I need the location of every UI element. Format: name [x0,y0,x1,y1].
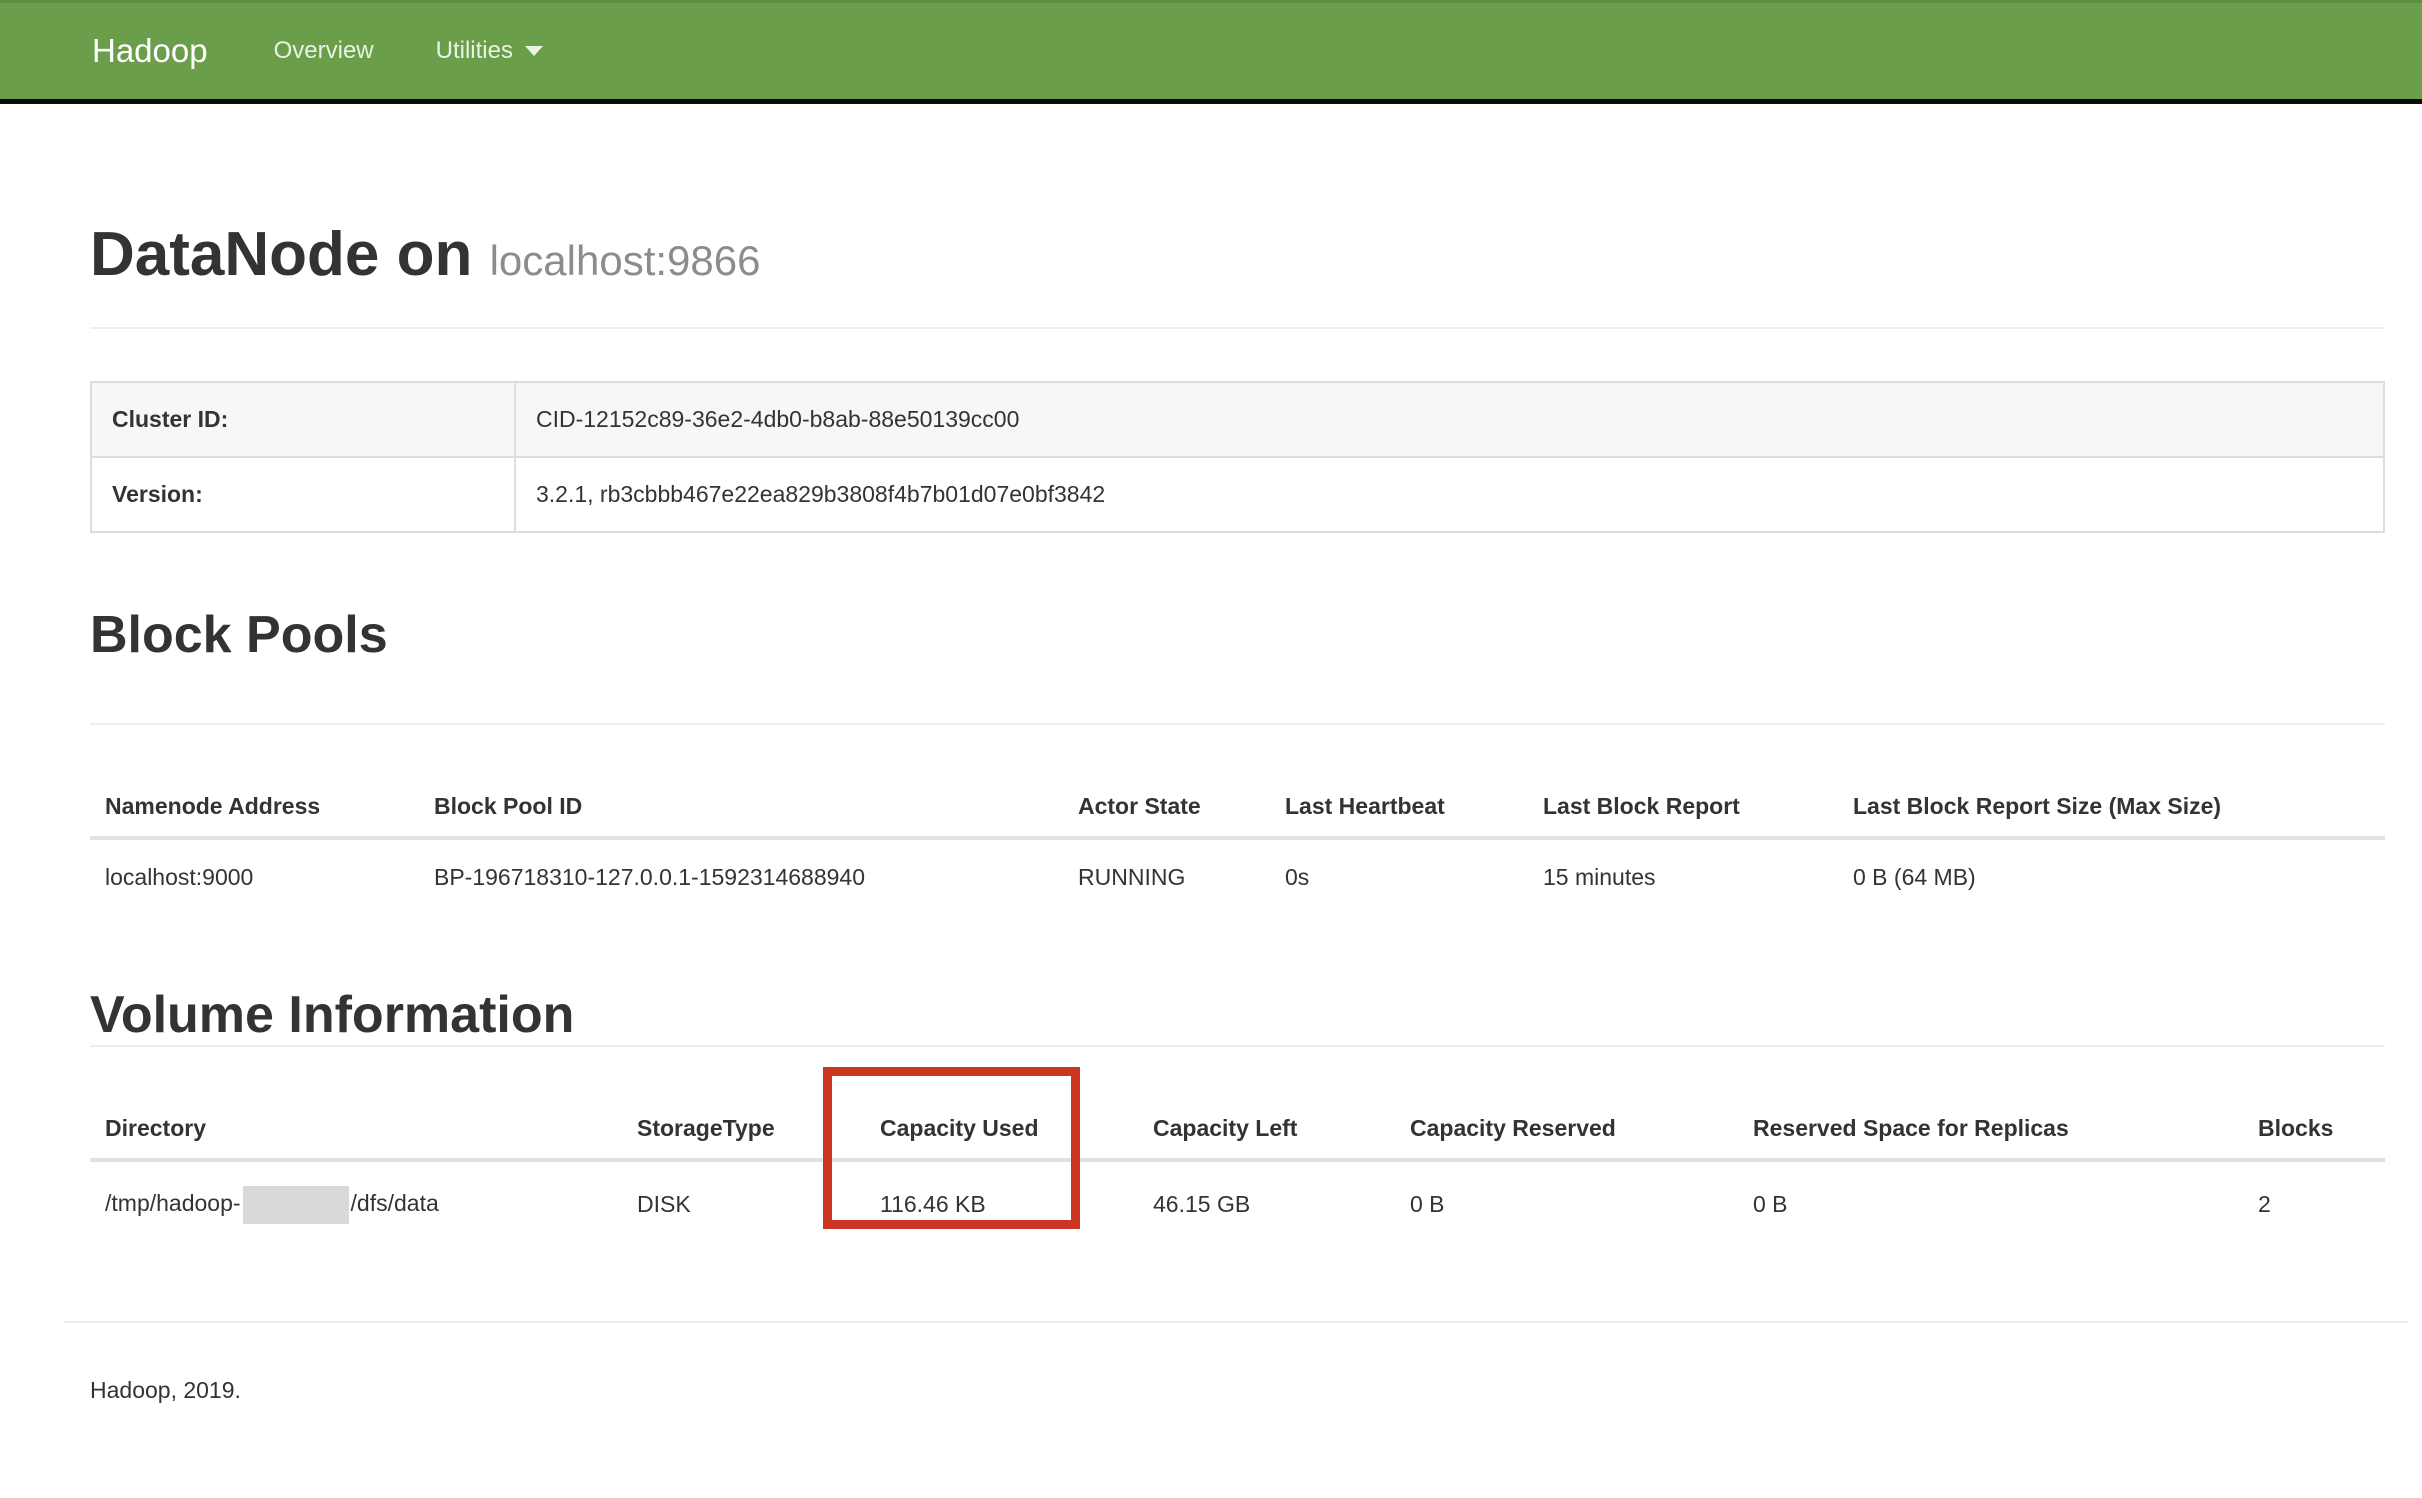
col-last-block-report-size: Last Block Report Size (Max Size) [1838,771,2385,838]
col-storage-type: StorageType [622,1093,865,1160]
nav-item-utilities-label: Utilities [436,37,513,65]
last-heartbeat-value: 0s [1270,838,1528,921]
redacted-username [243,1186,349,1224]
reserved-space-replicas-value: 0 B [1738,1160,2243,1254]
block-pools-table: Namenode Address Block Pool ID Actor Sta… [90,771,2385,921]
blocks-value: 2 [2243,1160,2385,1254]
capacity-reserved-value: 0 B [1395,1160,1738,1254]
nav-item-overview[interactable]: Overview [274,37,374,65]
chevron-down-icon [525,46,543,56]
table-row: /tmp/hadoop- /dfs/data DISK 116.46 KB 46.… [90,1160,2385,1254]
col-capacity-used: Capacity Used [865,1093,1138,1160]
directory-prefix: /tmp/hadoop- [105,1190,241,1216]
table-header-row: Directory StorageType Capacity Used Capa… [90,1093,2385,1160]
col-last-block-report: Last Block Report [1528,771,1838,838]
col-blocks: Blocks [2243,1093,2385,1160]
col-block-pool-id: Block Pool ID [419,771,1063,838]
volume-information-heading: Volume Information [90,985,2385,1045]
page-title: DataNode on localhost:9866 [90,222,2385,289]
navbar-brand[interactable]: Hadoop [92,32,208,70]
last-block-report-value: 15 minutes [1528,838,1838,921]
nav-item-overview-label: Overview [274,37,374,65]
col-directory: Directory [90,1093,622,1160]
capacity-left-value: 46.15 GB [1138,1160,1395,1254]
col-capacity-reserved: Capacity Reserved [1395,1093,1738,1160]
page-title-text: DataNode on [90,220,472,289]
directory-suffix: /dfs/data [351,1190,439,1216]
capacity-used-value: 116.46 KB [865,1160,1138,1254]
volume-information-table: Directory StorageType Capacity Used Capa… [90,1093,2385,1254]
cluster-info-table: Cluster ID: CID-12152c89-36e2-4db0-b8ab-… [90,381,2385,533]
actor-state-value: RUNNING [1063,838,1270,921]
block-pool-id-value: BP-196718310-127.0.0.1-1592314688940 [419,838,1063,921]
block-pools-heading: Block Pools [90,605,2385,665]
cluster-id-label: Cluster ID: [91,382,515,457]
col-namenode-address: Namenode Address [90,771,419,838]
storage-type-value: DISK [622,1160,865,1254]
footer-divider [64,1321,2408,1323]
col-capacity-left: Capacity Left [1138,1093,1395,1160]
cluster-id-value: CID-12152c89-36e2-4db0-b8ab-88e50139cc00 [515,382,2384,457]
col-actor-state: Actor State [1063,771,1270,838]
footer-text: Hadoop, 2019. [90,1377,2385,1404]
volume-information-section: Directory StorageType Capacity Used Capa… [90,1045,2385,1254]
title-divider [90,327,2385,329]
table-row: Version: 3.2.1, rb3cbbb467e22ea829b3808f… [91,457,2384,532]
main-content: DataNode on localhost:9866 Cluster ID: C… [90,222,2385,1404]
nav-item-utilities[interactable]: Utilities [436,37,543,65]
directory-value: /tmp/hadoop- /dfs/data [90,1160,622,1254]
version-value: 3.2.1, rb3cbbb467e22ea829b3808f4b7b01d07… [515,457,2384,532]
section-divider [90,1045,2385,1047]
table-row: localhost:9000 BP-196718310-127.0.0.1-15… [90,838,2385,921]
navbar: Hadoop Overview Utilities [0,0,2422,104]
last-block-report-size-value: 0 B (64 MB) [1838,838,2385,921]
section-divider [90,723,2385,725]
col-last-heartbeat: Last Heartbeat [1270,771,1528,838]
col-reserved-space-replicas: Reserved Space for Replicas [1738,1093,2243,1160]
table-row: Cluster ID: CID-12152c89-36e2-4db0-b8ab-… [91,382,2384,457]
table-header-row: Namenode Address Block Pool ID Actor Sta… [90,771,2385,838]
page-subtitle: localhost:9866 [490,237,761,284]
version-label: Version: [91,457,515,532]
namenode-address-value: localhost:9000 [90,838,419,921]
